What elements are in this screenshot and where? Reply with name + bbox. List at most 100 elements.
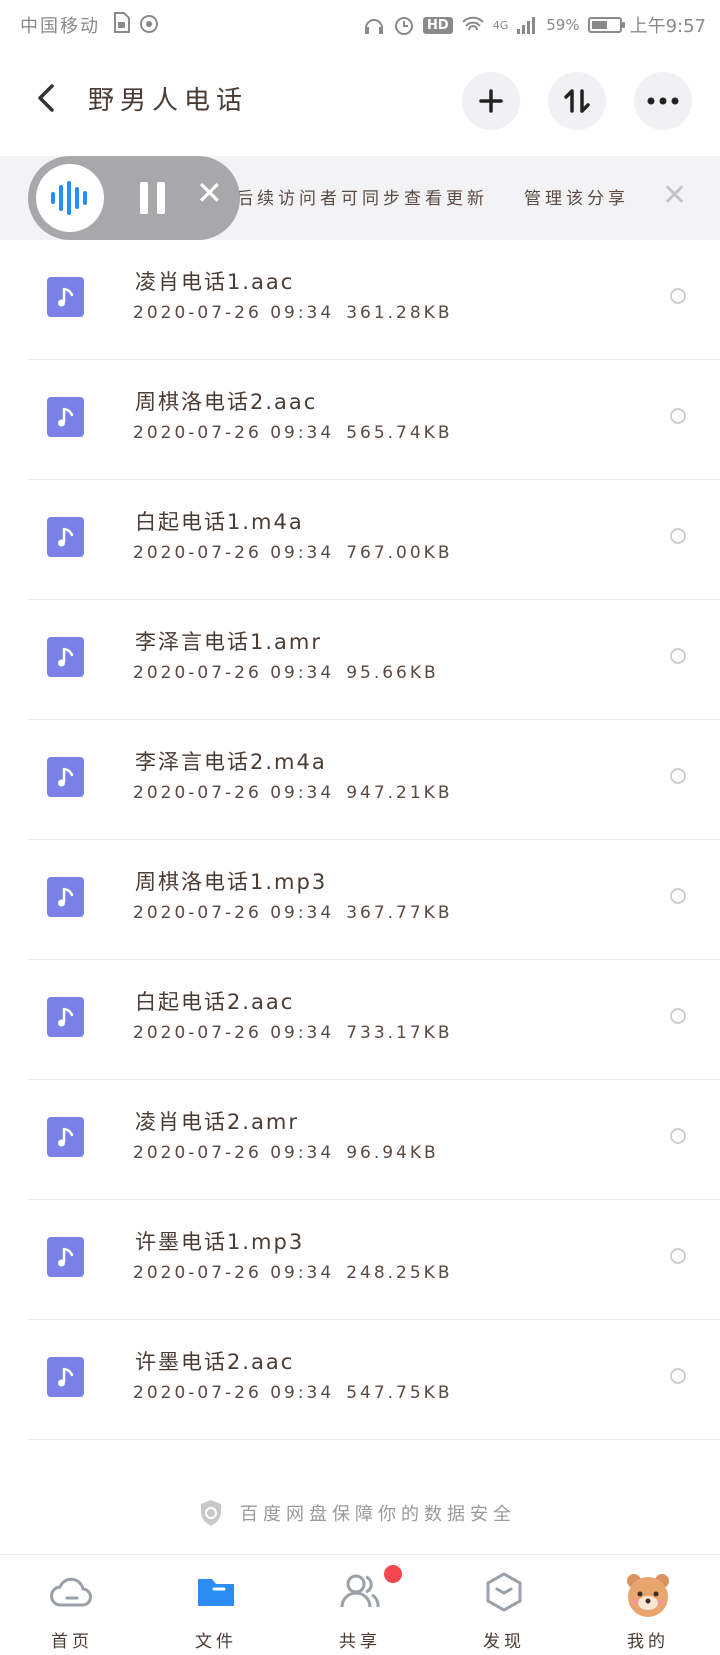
app-notification-icon [140, 15, 158, 33]
file-meta: 2020-07-26 09:34 547.75KB [133, 1383, 453, 1403]
file-name: 李泽言电话2.m4a [135, 750, 327, 774]
file-size: 96.94KB [346, 1143, 439, 1163]
tab-home-label: 首页 [51, 1632, 93, 1652]
file-row[interactable]: 周棋洛电话2.aac 2020-07-26 09:34 565.74KB [0, 360, 720, 480]
alarm-icon [395, 17, 414, 35]
file-row[interactable]: 李泽言电话1.amr 2020-07-26 09:34 95.66KB [0, 600, 720, 720]
close-player-icon[interactable]: ✕ [196, 174, 223, 212]
manage-share-link[interactable]: 管理该分享 [524, 184, 629, 209]
cloud-icon [50, 1577, 92, 1607]
audio-file-icon [47, 997, 84, 1037]
tab-share[interactable]: 共享 [288, 1555, 432, 1655]
tab-discover[interactable]: 发现 [432, 1555, 576, 1655]
file-size: 367.77KB [346, 903, 453, 923]
file-list: 凌肖电话1.aac 2020-07-26 09:34 361.28KB 周棋洛电话2.… [0, 240, 720, 1440]
file-name: 凌肖电话2.amr [135, 1110, 299, 1134]
audio-file-icon [47, 877, 84, 917]
file-date: 2020-07-26 09:34 [133, 1383, 335, 1403]
select-checkbox[interactable] [670, 528, 686, 544]
wifi-icon [461, 16, 484, 31]
battery-percent: 59% [546, 16, 580, 34]
tab-home[interactable]: 首页 [0, 1555, 144, 1655]
pause-icon[interactable] [140, 182, 165, 214]
file-name: 周棋洛电话2.aac [135, 390, 318, 414]
file-meta: 2020-07-26 09:34 95.66KB [133, 663, 439, 683]
select-checkbox[interactable] [670, 1008, 686, 1024]
file-row[interactable]: 白起电话1.m4a 2020-07-26 09:34 767.00KB [0, 480, 720, 600]
file-meta: 2020-07-26 09:34 767.00KB [133, 543, 453, 563]
audio-file-icon [47, 1117, 84, 1157]
file-size: 733.17KB [346, 1023, 453, 1043]
back-button[interactable] [30, 78, 66, 118]
file-row[interactable]: 李泽言电话2.m4a 2020-07-26 09:34 947.21KB [0, 720, 720, 840]
carrier-label: 中国移动 [20, 16, 100, 37]
music-note-icon [57, 527, 73, 547]
music-note-icon [57, 1367, 73, 1387]
music-note-icon [57, 1127, 73, 1147]
audio-file-icon [47, 637, 84, 677]
file-date: 2020-07-26 09:34 [133, 663, 335, 683]
share-notification-badge [384, 1565, 402, 1583]
more-button[interactable] [634, 72, 692, 130]
battery-icon [587, 17, 625, 33]
file-date: 2020-07-26 09:34 [133, 1143, 335, 1163]
people-icon [340, 1574, 380, 1608]
select-checkbox[interactable] [670, 288, 686, 304]
file-row[interactable]: 凌肖电话2.amr 2020-07-26 09:34 96.94KB [0, 1080, 720, 1200]
file-date: 2020-07-26 09:34 [133, 1023, 335, 1043]
select-checkbox[interactable] [670, 1368, 686, 1384]
music-note-icon [57, 287, 73, 307]
add-button[interactable] [462, 72, 520, 130]
network-label: 4G [492, 18, 509, 32]
tab-discover-label: 发现 [483, 1632, 525, 1652]
music-note-icon [57, 1247, 73, 1267]
back-arrow-icon [38, 84, 54, 112]
file-meta: 2020-07-26 09:34 248.25KB [133, 1263, 453, 1283]
music-note-icon [57, 887, 73, 907]
file-name: 白起电话2.aac [135, 990, 295, 1014]
row-divider [28, 1439, 720, 1440]
file-meta: 2020-07-26 09:34 367.77KB [133, 903, 453, 923]
file-size: 547.75KB [346, 1383, 453, 1403]
file-date: 2020-07-26 09:34 [133, 903, 335, 923]
file-meta: 2020-07-26 09:34 96.94KB [133, 1143, 439, 1163]
folder-icon [198, 1579, 234, 1606]
more-icon [647, 97, 679, 105]
file-name: 李泽言电话1.amr [135, 630, 322, 654]
file-row[interactable]: 许墨电话2.aac 2020-07-26 09:34 547.75KB [0, 1320, 720, 1440]
voice-wave-button[interactable] [36, 164, 104, 232]
audio-file-icon [47, 757, 84, 797]
file-date: 2020-07-26 09:34 [133, 303, 335, 323]
file-size: 248.25KB [346, 1263, 453, 1283]
sort-button[interactable] [548, 72, 606, 130]
file-row[interactable]: 许墨电话1.mp3 2020-07-26 09:34 248.25KB [0, 1200, 720, 1320]
select-checkbox[interactable] [670, 1128, 686, 1144]
tab-me[interactable]: 我的 [576, 1555, 720, 1655]
music-note-icon [57, 647, 73, 667]
sim-card-icon [114, 12, 130, 33]
music-note-icon [57, 1007, 73, 1027]
select-checkbox[interactable] [670, 1248, 686, 1264]
audio-file-icon [47, 517, 84, 557]
tab-files-label: 文件 [195, 1632, 237, 1652]
select-checkbox[interactable] [670, 648, 686, 664]
file-row[interactable]: 周棋洛电话1.mp3 2020-07-26 09:34 367.77KB [0, 840, 720, 960]
voice-player-pill[interactable]: ✕ [28, 156, 240, 240]
file-name: 凌肖电话1.aac [135, 270, 295, 294]
tab-share-label: 共享 [339, 1632, 381, 1652]
file-row[interactable]: 白起电话2.aac 2020-07-26 09:34 733.17KB [0, 960, 720, 1080]
headphones-icon [365, 19, 384, 34]
audio-file-icon [47, 397, 84, 437]
file-date: 2020-07-26 09:34 [133, 423, 335, 443]
select-checkbox[interactable] [670, 408, 686, 424]
file-name: 白起电话1.m4a [135, 510, 304, 534]
tab-files[interactable]: 文件 [144, 1555, 288, 1655]
select-checkbox[interactable] [670, 888, 686, 904]
file-size: 565.74KB [346, 423, 453, 443]
file-row[interactable]: 凌肖电话1.aac 2020-07-26 09:34 361.28KB [0, 240, 720, 360]
music-note-icon [57, 407, 73, 427]
close-notice-icon[interactable]: ✕ [662, 178, 687, 213]
select-checkbox[interactable] [670, 768, 686, 784]
battery-fill [591, 21, 607, 29]
file-name: 许墨电话1.mp3 [135, 1230, 305, 1254]
